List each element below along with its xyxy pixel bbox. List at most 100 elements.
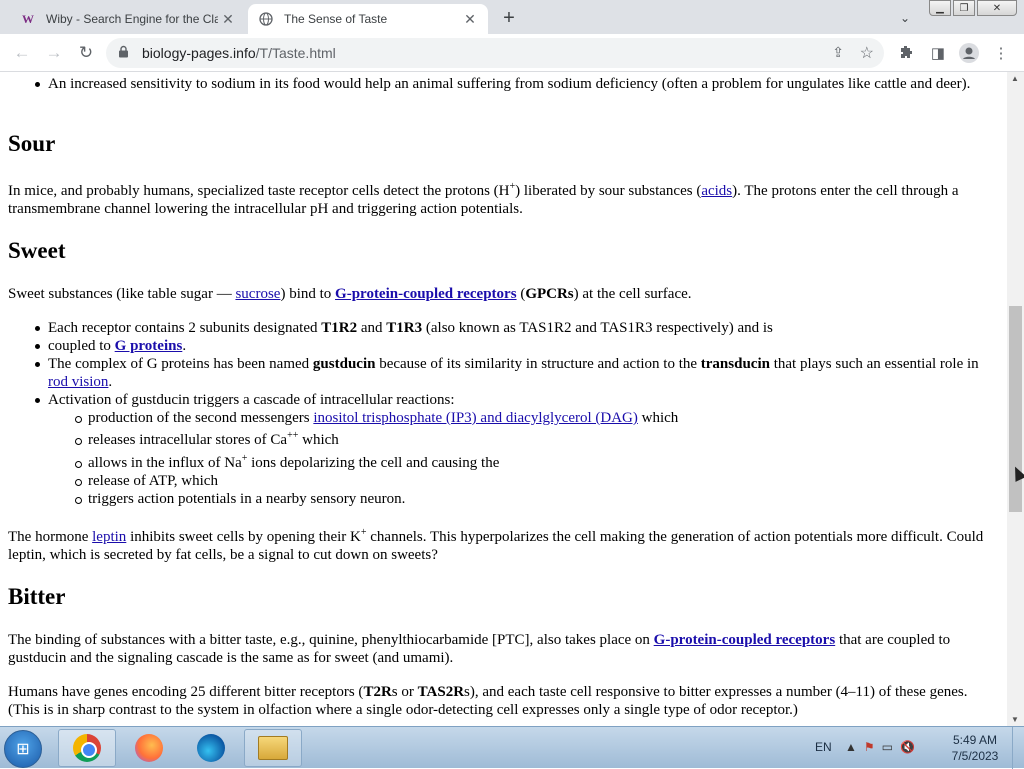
close-icon[interactable]: ✕ (460, 9, 480, 29)
text: allows in the influx of Na (88, 455, 242, 471)
taskbar-firefox-button[interactable] (120, 729, 178, 767)
sour-paragraph: In mice, and probably humans, specialize… (8, 182, 998, 218)
side-panel-icon[interactable]: ◨ (927, 42, 949, 64)
scroll-down-arrow-icon[interactable]: ▼ (1011, 715, 1019, 724)
volume-muted-icon[interactable]: 🔇 (900, 740, 915, 754)
text: ) liberated by sour substances ( (515, 183, 702, 199)
text: The hormone (8, 529, 93, 545)
text: . (108, 374, 113, 390)
chrome-icon (73, 734, 101, 762)
text: Humans have genes encoding 25 different … (8, 684, 364, 700)
link-gpcr[interactable]: G-protein-coupled receptors (335, 286, 517, 302)
text: ( (516, 286, 526, 302)
text: The complex of G proteins has been named (48, 356, 313, 372)
address-bar[interactable]: biology-pages.info/T/Taste.html ⇪ ☆ (106, 38, 884, 68)
taskbar-edge-button[interactable] (182, 729, 240, 767)
minimize-button[interactable]: ▁ (929, 0, 951, 16)
bookmark-star-icon[interactable]: ☆ (860, 43, 874, 63)
clock-date: 7/5/2023 (951, 749, 999, 763)
heading-sweet: Sweet (8, 238, 66, 263)
show-hidden-icons-icon[interactable]: ▲ (845, 740, 857, 754)
clock[interactable]: 5:49 AM 7/5/2023 (944, 732, 1006, 764)
system-tray: ▲ ⚑ ▭ 🔇 (845, 740, 915, 754)
text: ) at the cell surface. (573, 286, 692, 302)
tab-label: The Sense of Taste (284, 12, 388, 26)
taskbar-explorer-button[interactable] (244, 729, 302, 767)
link-g-proteins[interactable]: G proteins (115, 338, 183, 354)
sweet-paragraph-2: The hormone leptin inhibits sweet cells … (8, 528, 998, 564)
bold-text: T2R (363, 684, 392, 700)
wiby-favicon-icon: W (22, 11, 34, 26)
bold-text: TAS2R (417, 684, 465, 700)
link-acids[interactable]: acids (701, 183, 732, 199)
clock-time: 5:49 AM (952, 733, 998, 747)
bold-text: gustducin (312, 356, 376, 372)
text: ) bind to (280, 286, 336, 302)
forward-button[interactable]: → (42, 41, 66, 65)
lock-icon[interactable] (118, 45, 129, 61)
extensions-icon[interactable] (895, 42, 917, 64)
text: that plays such an essential role in (769, 356, 979, 372)
reload-button[interactable]: ↻ (74, 41, 98, 65)
url-path: /T/Taste.html (255, 45, 336, 61)
profile-avatar-icon[interactable] (958, 42, 980, 64)
tab-label: Wiby - Search Engine for the Cla (46, 12, 218, 26)
edge-icon (197, 734, 225, 762)
window-close-button[interactable]: ✕ (977, 0, 1017, 16)
browser-toolbar: ← → ↻ biology-pages.info/T/Taste.html ⇪ … (0, 34, 1024, 72)
intro-list: An increased sensitivity to sodium in it… (35, 75, 998, 93)
text: which (637, 410, 679, 426)
list-item: The complex of G proteins has been named… (35, 355, 998, 391)
list-item: Activation of gustducin triggers a casca… (35, 391, 998, 508)
list-item: coupled to G proteins. (35, 337, 998, 355)
tab-wiby[interactable]: W Wiby - Search Engine for the Cla ✕ (10, 4, 246, 34)
back-button[interactable]: ← (10, 41, 34, 65)
network-icon[interactable]: ▭ (882, 740, 893, 754)
firefox-icon (135, 734, 163, 762)
text: Sweet substances (like table sugar — (8, 286, 236, 302)
bold-text: T1R2 (321, 320, 358, 336)
link-ip3-dag[interactable]: inositol trisphosphate (IP3) and diacylg… (313, 410, 638, 426)
maximize-button[interactable]: ❐ (953, 0, 975, 16)
text: because of its similarity in structure a… (375, 356, 701, 372)
windows-taskbar: ⊞ EN ▲ ⚑ ▭ 🔇 5:49 AM 7/5/2023 (0, 726, 1024, 769)
page-content: An increased sensitivity to sodium in it… (0, 72, 1007, 726)
list-item: Each receptor contains 2 subunits design… (35, 319, 998, 337)
text: The binding of substances with a bitter … (8, 632, 654, 648)
bitter-paragraph-2: Humans have genes encoding 25 different … (8, 683, 998, 719)
superscript: ++ (287, 430, 299, 441)
share-icon[interactable]: ⇪ (832, 44, 844, 61)
vertical-scrollbar[interactable]: ▲ ▼ (1007, 72, 1024, 726)
text: and (357, 320, 387, 336)
taskbar-chrome-button[interactable] (58, 729, 116, 767)
new-tab-button[interactable]: + (498, 7, 520, 29)
text: Each receptor contains 2 subunits design… (48, 320, 322, 336)
explorer-icon (258, 736, 288, 760)
text: ions depolarizing the cell and causing t… (247, 455, 500, 471)
close-icon[interactable]: ✕ (218, 9, 238, 29)
language-indicator[interactable]: EN (815, 740, 832, 754)
text: production of the second messengers (88, 410, 314, 426)
link-sucrose[interactable]: sucrose (235, 286, 280, 302)
bold-text: transducin (700, 356, 770, 372)
text: . (182, 338, 187, 354)
list-item: release of ATP, which (75, 472, 988, 490)
list-item: production of the second messengers inos… (75, 409, 988, 427)
text: Activation of gustducin triggers a casca… (48, 392, 455, 408)
start-button[interactable]: ⊞ (4, 730, 42, 768)
url-host: biology-pages.info (142, 45, 256, 61)
scroll-up-arrow-icon[interactable]: ▲ (1011, 74, 1019, 83)
text: In mice, and probably humans, specialize… (8, 183, 510, 199)
tab-search-chevron-icon[interactable]: ⌄ (895, 8, 915, 28)
link-gpcr[interactable]: G-protein-coupled receptors (654, 632, 836, 648)
tab-sense-of-taste[interactable]: The Sense of Taste ✕ (248, 4, 488, 34)
link-leptin[interactable]: leptin (92, 529, 126, 545)
list-item: allows in the influx of Na+ ions depolar… (75, 454, 988, 472)
text: s or (391, 684, 418, 700)
show-desktop-button[interactable] (1012, 727, 1024, 769)
url-text[interactable]: biology-pages.info/T/Taste.html (142, 45, 336, 61)
link-rod-vision[interactable]: rod vision (48, 374, 108, 390)
bold-text: T1R3 (386, 320, 423, 336)
menu-icon[interactable]: ⋮ (990, 42, 1012, 64)
action-center-flag-icon[interactable]: ⚑ (864, 740, 875, 754)
